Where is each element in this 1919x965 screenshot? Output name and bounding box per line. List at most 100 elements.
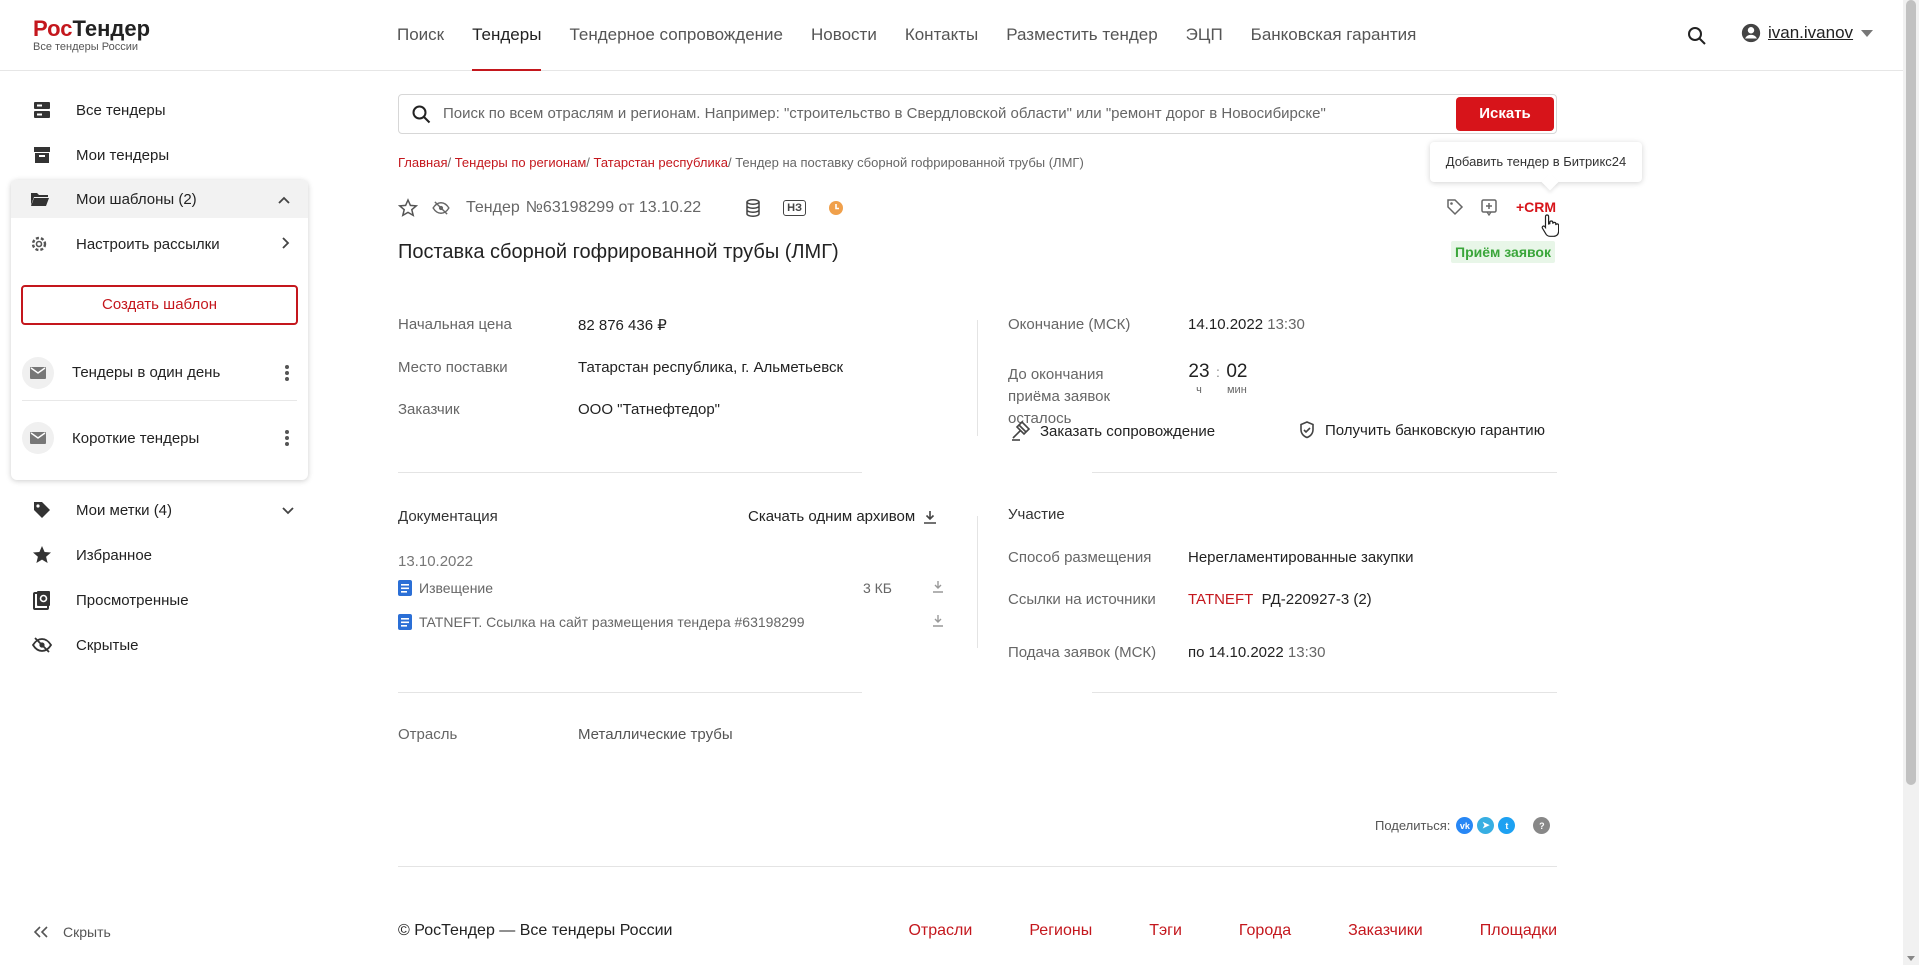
search-button[interactable]: Искать — [1456, 97, 1554, 131]
nav-tenders[interactable]: Тендеры — [472, 0, 542, 71]
download-archive-button[interactable]: Скачать одним архивом — [748, 508, 937, 525]
sidebar-item-tags[interactable]: Мои метки (4) — [30, 498, 294, 522]
hide-label: Скрыть — [63, 924, 111, 940]
sidebar-item-my-tenders[interactable]: Мои тендеры — [30, 143, 169, 167]
nav-search[interactable]: Поиск — [397, 0, 444, 71]
vk-icon[interactable]: vk — [1456, 817, 1474, 834]
document-item[interactable]: Извещение 3 КБ — [398, 580, 944, 596]
eye-off-icon[interactable] — [432, 201, 450, 215]
sidebar-item-label: Все тендеры — [76, 101, 166, 119]
gavel-icon — [1010, 421, 1030, 441]
document-item[interactable]: TATNEFT. Ссылка на сайт размещения тенде… — [398, 614, 944, 630]
divider — [1092, 472, 1557, 473]
archive-icon — [30, 143, 54, 167]
chevron-right-icon — [282, 236, 290, 253]
nav-bank-guarantee[interactable]: Банковская гарантия — [1251, 0, 1417, 71]
templates-panel: Мои шаблоны (2) Настроить рассылки Созда… — [11, 180, 308, 480]
breadcrumb-home[interactable]: Главная — [398, 155, 447, 170]
method-value: Нерегламентированные закупки — [1188, 549, 1414, 566]
hours-value: 23 — [1188, 361, 1210, 382]
nav-tender-support[interactable]: Тендерное сопровождение — [569, 0, 783, 71]
hide-sidebar-button[interactable]: Скрыть — [33, 924, 111, 940]
place-value: Татарстан республика, г. Альметьевск — [578, 359, 844, 376]
hand-pointer-icon — [1541, 214, 1559, 237]
footer-link-regions[interactable]: Регионы — [1029, 922, 1092, 940]
sidebar-item-templates[interactable]: Мои шаблоны (2) — [11, 180, 308, 218]
breadcrumb-current: Тендер на поставку сборной гофрированной… — [735, 155, 1084, 170]
coins-icon — [745, 199, 761, 217]
footer-link-tags[interactable]: Тэги — [1149, 922, 1182, 940]
template-label: Тендеры в один день — [72, 364, 221, 381]
logo-brand-b: Тендер — [72, 16, 151, 41]
nav-ecp[interactable]: ЭЦП — [1186, 0, 1223, 71]
industry-value[interactable]: Металлические трубы — [578, 726, 733, 743]
customer-value[interactable]: ООО "Татнефтедор" — [578, 401, 720, 418]
participation-title: Участие — [1008, 506, 1065, 523]
divider — [398, 472, 862, 473]
scrollbar-thumb[interactable] — [1906, 0, 1916, 785]
source-link[interactable]: TATNEFT — [1188, 591, 1253, 608]
nav-news[interactable]: Новости — [811, 0, 877, 71]
tag-outline-icon[interactable] — [1446, 198, 1464, 216]
sidebar-item-label: Мои тендеры — [76, 146, 170, 164]
documents-title: Документация — [398, 508, 498, 525]
search-icon[interactable] — [1685, 24, 1709, 48]
breadcrumb-regions[interactable]: Тендеры по регионам — [455, 155, 587, 170]
add-box-icon[interactable] — [1480, 198, 1498, 216]
document-name: TATNEFT. Ссылка на сайт размещения тенде… — [419, 614, 805, 630]
footer-link-customers[interactable]: Заказчики — [1348, 922, 1423, 940]
footer-link-cities[interactable]: Города — [1239, 922, 1291, 940]
help-icon[interactable]: ? — [1533, 817, 1551, 834]
scrollbar[interactable] — [1903, 0, 1919, 965]
logo[interactable]: РосТендер Все тендеры России — [33, 16, 151, 54]
star-icon — [30, 543, 54, 567]
sources-label: Ссылки на источники — [1008, 591, 1156, 608]
sidebar-item-all-tenders[interactable]: Все тендеры — [30, 98, 166, 122]
tender-actions: +CRM — [1446, 198, 1556, 216]
sidebar-item-viewed[interactable]: Просмотренные — [30, 588, 189, 612]
nav-place-tender[interactable]: Разместить тендер — [1006, 0, 1157, 71]
start-price-value: 82 876 436 ₽ — [578, 317, 667, 334]
mail-icon — [22, 422, 54, 454]
order-support-button[interactable]: Заказать сопровождение — [1010, 421, 1215, 441]
template-item[interactable]: Тендеры в один день — [22, 345, 297, 401]
create-template-button[interactable]: Создать шаблон — [21, 285, 298, 325]
gear-icon — [30, 235, 54, 253]
sidebar-item-label: Мои метки (4) — [76, 501, 173, 519]
sidebar-item-hidden[interactable]: Скрытые — [30, 633, 139, 657]
document-size: 3 КБ — [862, 580, 892, 596]
end-label: Окончание (МСК) — [1008, 316, 1131, 333]
submit-value: по 14.10.2022 13:30 — [1188, 644, 1326, 661]
more-options-icon[interactable] — [285, 365, 289, 381]
documents-date: 13.10.2022 — [398, 553, 474, 570]
account-icon — [1741, 23, 1761, 43]
more-options-icon[interactable] — [285, 430, 289, 446]
telegram-icon[interactable]: ➤ — [1477, 817, 1495, 834]
tender-meta: Тендер №63198299 от 13.10.22 НЗ — [398, 196, 858, 220]
template-item[interactable]: Короткие тендеры — [22, 410, 297, 466]
chevron-up-icon[interactable] — [278, 191, 290, 208]
sidebar-item-label: Избранное — [76, 546, 153, 564]
twitter-icon[interactable]: t — [1498, 817, 1516, 834]
download-icon[interactable] — [932, 580, 944, 596]
search-bar: Поиск по всем отраслям и регионам. Напри… — [398, 94, 1557, 134]
user-menu[interactable]: ivan.ivanov — [1740, 22, 1874, 44]
nav-contacts[interactable]: Контакты — [905, 0, 978, 71]
star-outline-icon[interactable] — [398, 198, 418, 218]
footer-link-platforms[interactable]: Площадки — [1480, 922, 1557, 940]
nz-badge: НЗ — [783, 200, 806, 216]
footer-link-industries[interactable]: Отрасли — [908, 922, 972, 940]
sidebar-item-mailing[interactable]: Настроить рассылки — [11, 225, 308, 263]
countdown-timer: 23 ч : 02 мин — [1188, 361, 1248, 396]
sidebar-item-favorites[interactable]: Избранное — [30, 543, 152, 567]
bank-guarantee-button[interactable]: Получить банковскую гарантию — [1299, 421, 1545, 439]
footer-links: Отрасли Регионы Тэги Города Заказчики Пл… — [851, 922, 1557, 940]
double-chevron-left-icon — [33, 926, 48, 938]
download-icon[interactable] — [932, 614, 944, 630]
breadcrumb-region[interactable]: Татарстан республика — [594, 155, 728, 170]
logo-tagline: Все тендеры России — [33, 41, 138, 53]
scroll-down-icon[interactable] — [1907, 956, 1915, 961]
customer-label: Заказчик — [398, 401, 460, 418]
search-input[interactable]: Поиск по всем отраслям и регионам. Напри… — [443, 105, 1326, 122]
user-name[interactable]: ivan.ivanov — [1768, 23, 1853, 43]
